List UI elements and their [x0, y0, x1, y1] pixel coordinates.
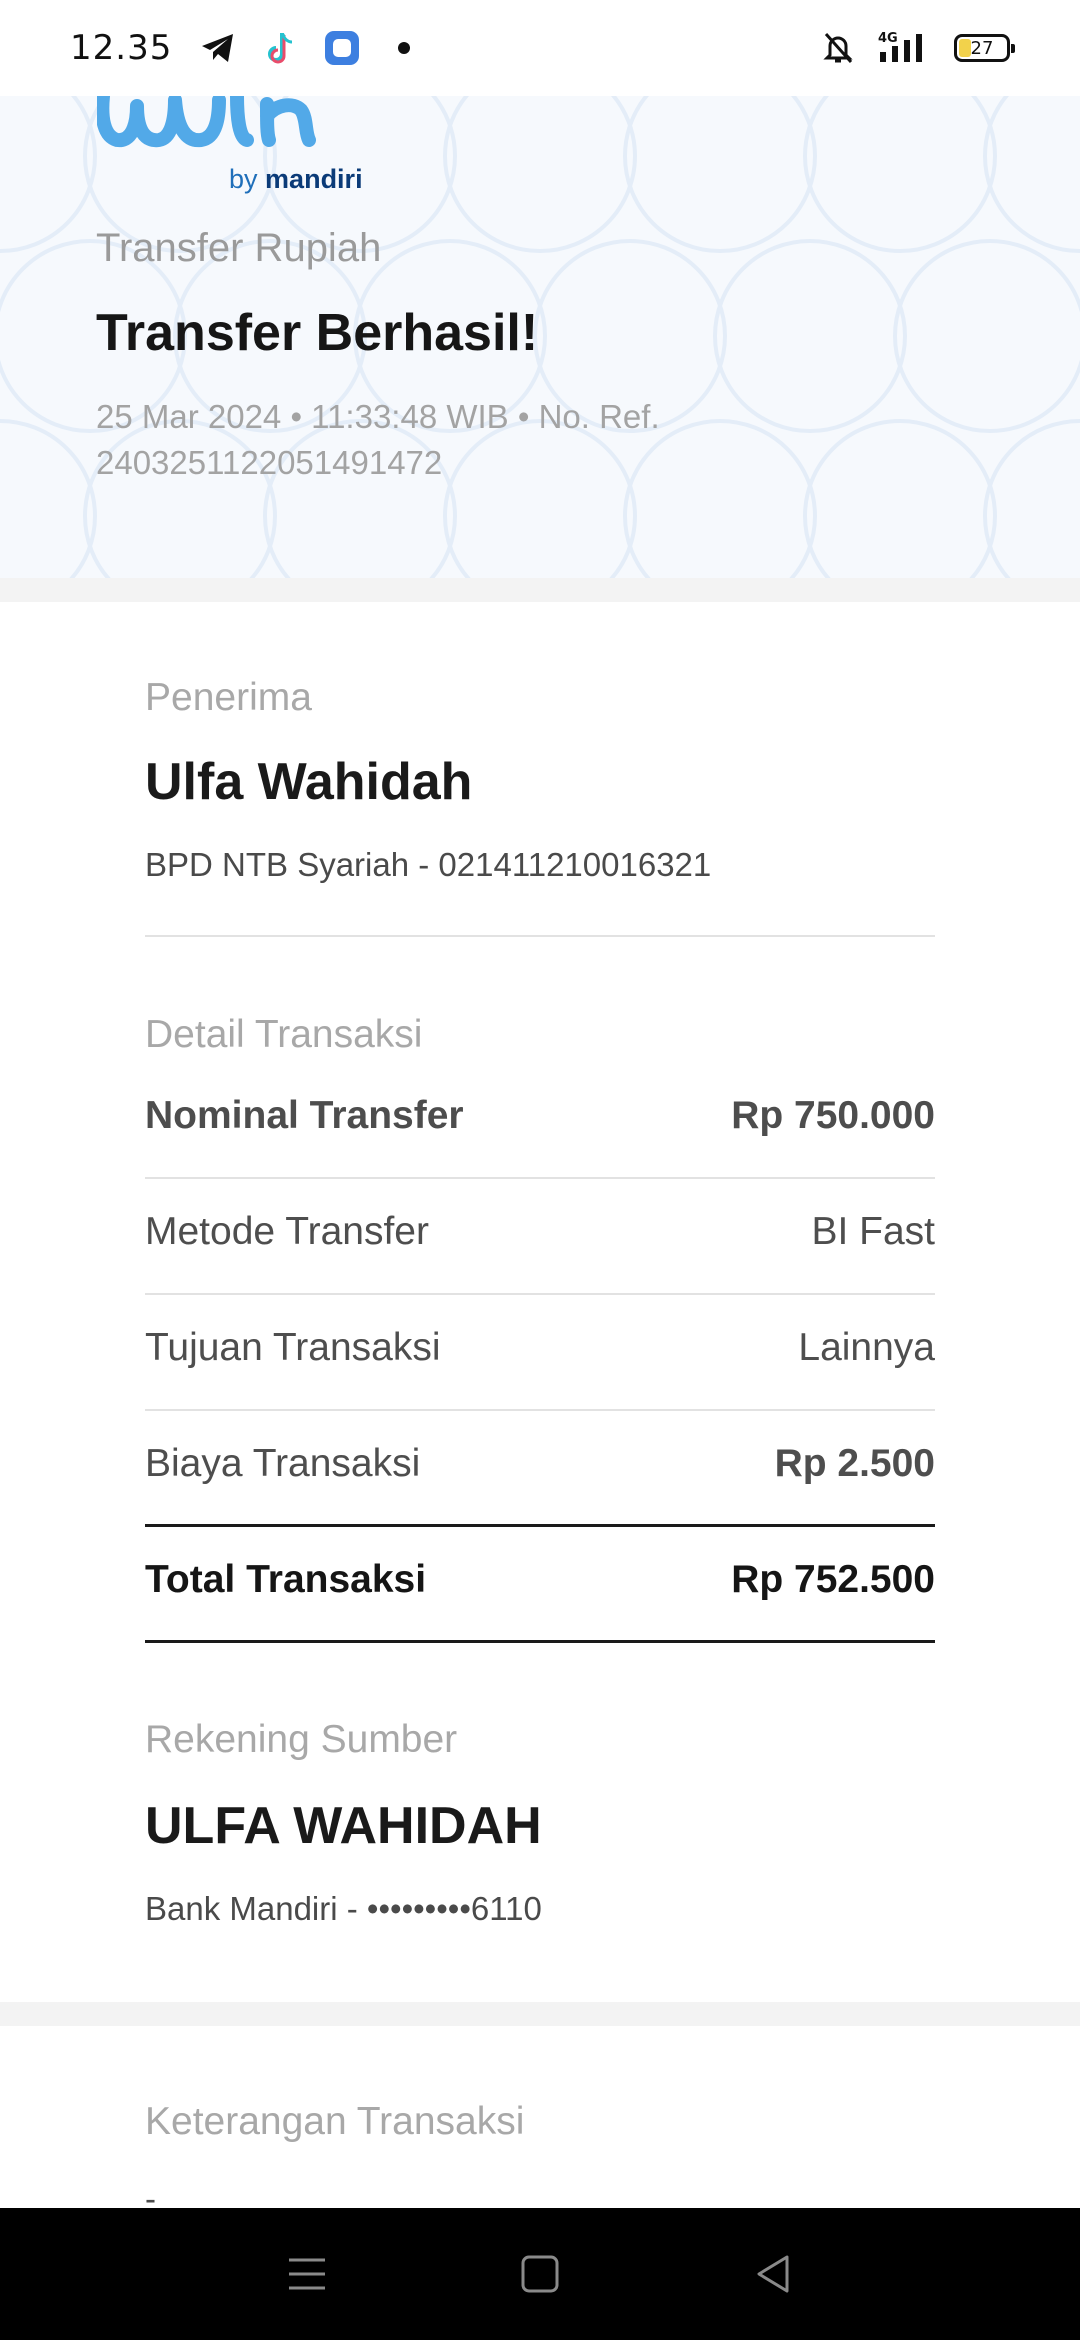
total-label: Total Transaksi [145, 1558, 427, 1601]
receipt-header: by mandiri Transfer Rupiah Transfer Berh… [0, 96, 1080, 578]
status-time: 12.35 [70, 28, 173, 68]
source-bank-wrap: Bank Mandiri - •••••••••6110 [145, 1890, 935, 1928]
status-bar: 12.35 4G 27 [0, 0, 1080, 96]
signal-icon: 4G [876, 28, 936, 68]
section-separator [0, 2002, 1080, 2026]
detail-row-value: Lainnya [798, 1326, 935, 1369]
logo-by-text: by [229, 164, 258, 194]
recipient-name-wrap: Ulfa Wahidah [145, 752, 935, 812]
detail-row-method: Metode Transfer BI Fast [145, 1174, 935, 1290]
recipient-name: Ulfa Wahidah [145, 753, 473, 811]
home-square-icon[interactable] [500, 2234, 580, 2314]
network-type: 4G [878, 31, 898, 46]
app-icon [322, 28, 362, 68]
recipient-bank-wrap: BPD NTB Syariah - 021411210016321 [145, 846, 935, 884]
recipient-bank-account: BPD NTB Syariah - 021411210016321 [145, 846, 712, 883]
back-triangle-icon[interactable] [733, 2234, 813, 2314]
total-value: Rp 752.500 [731, 1558, 935, 1601]
notes-label: Keterangan Transaksi [145, 2100, 525, 2143]
detail-row-label: Nominal Transfer [145, 1094, 464, 1137]
dot-icon [384, 28, 424, 68]
recipient-label: Penerima [145, 676, 312, 719]
detail-row-value: BI Fast [811, 1210, 935, 1253]
system-nav-bar [0, 2208, 1080, 2340]
logo-byline: by mandiri [229, 164, 363, 195]
page-subtitle: Transfer Rupiah [96, 226, 382, 270]
source-name-wrap: ULFA WAHIDAH [145, 1796, 935, 1856]
details-label: Detail Transaksi [145, 1013, 423, 1056]
telegram-icon [198, 28, 238, 68]
detail-row-purpose: Tujuan Transaksi Lainnya [145, 1290, 935, 1406]
source-bank-account: Bank Mandiri - •••••••••6110 [145, 1890, 542, 1927]
detail-row-label: Biaya Transaksi [145, 1442, 421, 1485]
source-name: ULFA WAHIDAH [145, 1797, 542, 1855]
battery-icon: 27 [954, 34, 1015, 62]
divider [145, 935, 935, 937]
detail-row-nominal: Nominal Transfer Rp 750.000 [145, 1058, 935, 1174]
battery-level: 27 [970, 37, 994, 59]
source-label: Rekening Sumber [145, 1718, 458, 1761]
page-title: Transfer Berhasil! [96, 304, 539, 362]
recipient-label-wrap: Penerima [145, 676, 935, 720]
detail-row-value: Rp 2.500 [774, 1442, 935, 1485]
detail-row-label: Tujuan Transaksi [145, 1326, 441, 1369]
source-label-wrap: Rekening Sumber [145, 1718, 935, 1762]
divider-strong [145, 1640, 935, 1643]
transaction-meta: 25 Mar 2024 • 11:33:48 WIB • No. Ref. 24… [96, 398, 660, 481]
notes-label-wrap: Keterangan Transaksi [145, 2100, 935, 2144]
tiktok-icon [260, 28, 300, 68]
detail-row-fee: Biaya Transaksi Rp 2.500 [145, 1406, 935, 1522]
menu-icon[interactable] [267, 2234, 347, 2314]
detail-row-value: Rp 750.000 [731, 1094, 935, 1137]
details-label-wrap: Detail Transaksi [145, 1013, 935, 1057]
detail-row-label: Metode Transfer [145, 1210, 429, 1253]
section-separator [0, 578, 1080, 602]
total-row: Total Transaksi Rp 752.500 [145, 1522, 935, 1638]
bell-off-icon [818, 28, 858, 68]
logo-brand-name: mandiri [265, 164, 363, 194]
